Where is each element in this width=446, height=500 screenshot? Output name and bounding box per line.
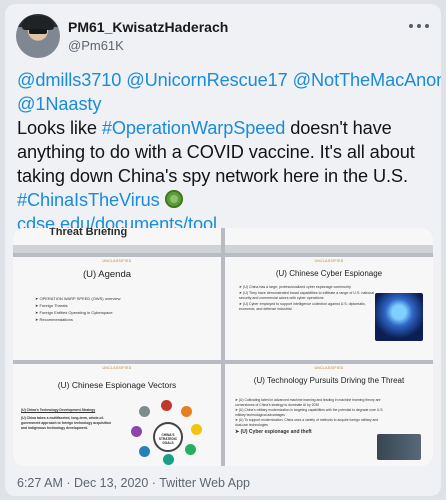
slide-technology-pursuits[interactable]: UNCLASSIFIED (U) Technology Pursuits Dri… [225,364,433,466]
classification-marking: UNCLASSIFIED [314,259,344,263]
strategy-diagram: CHINA'S STRATEGIC GOALS [125,400,209,465]
virus-icon [164,190,183,208]
author-handle[interactable]: @Pm61K [68,38,124,53]
slide-title: (U) Chinese Espionage Vectors [57,380,177,390]
bullet-item: ➤ OPERATION WARP SPEED (OWS) overview [35,296,121,301]
slide-title: (U) Chinese Cyber Espionage [275,269,383,278]
bullet-item: ➤ (U) Cyber employed to support intellig… [239,301,366,312]
bullet-item: ➤ (U) They have demonstrated broad capab… [239,290,374,301]
classification-marking: UNCLASSIFIED [102,366,132,370]
slide-unclassified-banner[interactable]: UNCLASSIFIED [225,228,433,253]
slide-bullets: ➤ (U) Cultivating talent in advanced mac… [235,398,385,435]
cyber-figure-image [375,293,423,341]
bullet-item: ➤ Recommendations [35,317,73,322]
slide-cyber-espionage[interactable]: UNCLASSIFIED (U) Chinese Cyber Espionage… [225,257,433,360]
tweet-text-segment: doesn't have [285,118,392,138]
hashtag-link[interactable]: #OperationWarpSpeed [102,118,286,138]
author-name[interactable]: PM61_KwisatzHaderach [68,19,228,35]
mention-link[interactable]: @NotTheMacAnon1 [293,70,441,90]
slide-title: (U) Technology Pursuits Driving the Thre… [253,376,405,385]
bullet-item: (U) China's Technology Development Strat… [21,408,96,412]
slide-title: (U) Agenda [82,269,132,280]
slide-threat-briefing[interactable]: Threat Briefing [13,228,221,253]
more-options-icon[interactable] [407,18,431,34]
bullet-item: ➤ (U) China's military modernization is … [235,408,384,417]
classification-marking: UNCLASSIFIED [314,366,344,370]
tweet-timestamp[interactable]: 6:27 AM · Dec 13, 2020 · Twitter Web App [17,476,250,490]
bullet-item: ➤ (U) Cultivating talent in advanced mac… [235,398,381,407]
avatar[interactable] [16,14,60,58]
classification-marking: UNCLASSIFIED [102,259,132,263]
mention-link[interactable]: @1Naasty [17,94,101,114]
officials-photo [377,434,421,460]
slide-agenda[interactable]: UNCLASSIFIED (U) Agenda ➤ OPERATION WARP… [13,257,221,360]
bullet-item: ➤ Foreign Entities Operating in Cyberspa… [35,310,113,315]
slide-title: Threat Briefing [49,228,128,238]
slide-espionage-vectors[interactable]: UNCLASSIFIED (U) Chinese Espionage Vecto… [13,364,221,466]
diagram-hub: CHINA'S STRATEGIC GOALS [153,422,183,452]
tweet-text-segment: taking down China's spy network here in … [17,166,408,186]
media-gallery[interactable]: Threat Briefing UNCLASSIFIED UNCLASSIFIE… [13,228,433,466]
slide-bullets: ➤ OPERATION WARP SPEED (OWS) overview ➤ … [35,295,121,323]
mention-link[interactable]: @UnicornRescue17 [126,70,288,90]
tweet-text-segment: Looks like [17,118,102,138]
tweet-text-segment: anything to do with a COVID vaccine. It'… [17,142,415,162]
bullet-item: ➤ (U) To support modernization, China us… [235,418,379,427]
hashtag-link[interactable]: #ChinaIsTheVirus [17,190,160,210]
bullet-item: (U) China takes a multifaceted, long-ter… [21,416,112,430]
mention-link[interactable]: @dmills3710 [17,70,121,90]
bullet-item: ➤ (U) Cyber espionage and theft [235,429,312,435]
tweet-text: @dmills3710 @UnicornRescue17 @NotTheMacA… [17,68,441,236]
tweet-card: PM61_KwisatzHaderach @Pm61K @dmills3710 … [5,4,441,496]
slide-bullets: ➤ (U) China has a large, professionalize… [239,285,379,313]
bullet-item: ➤ Foreign Threats [35,303,68,308]
tweet-header: PM61_KwisatzHaderach @Pm61K [12,12,433,60]
slide-bullets: (U) China's Technology Development Strat… [21,408,117,431]
